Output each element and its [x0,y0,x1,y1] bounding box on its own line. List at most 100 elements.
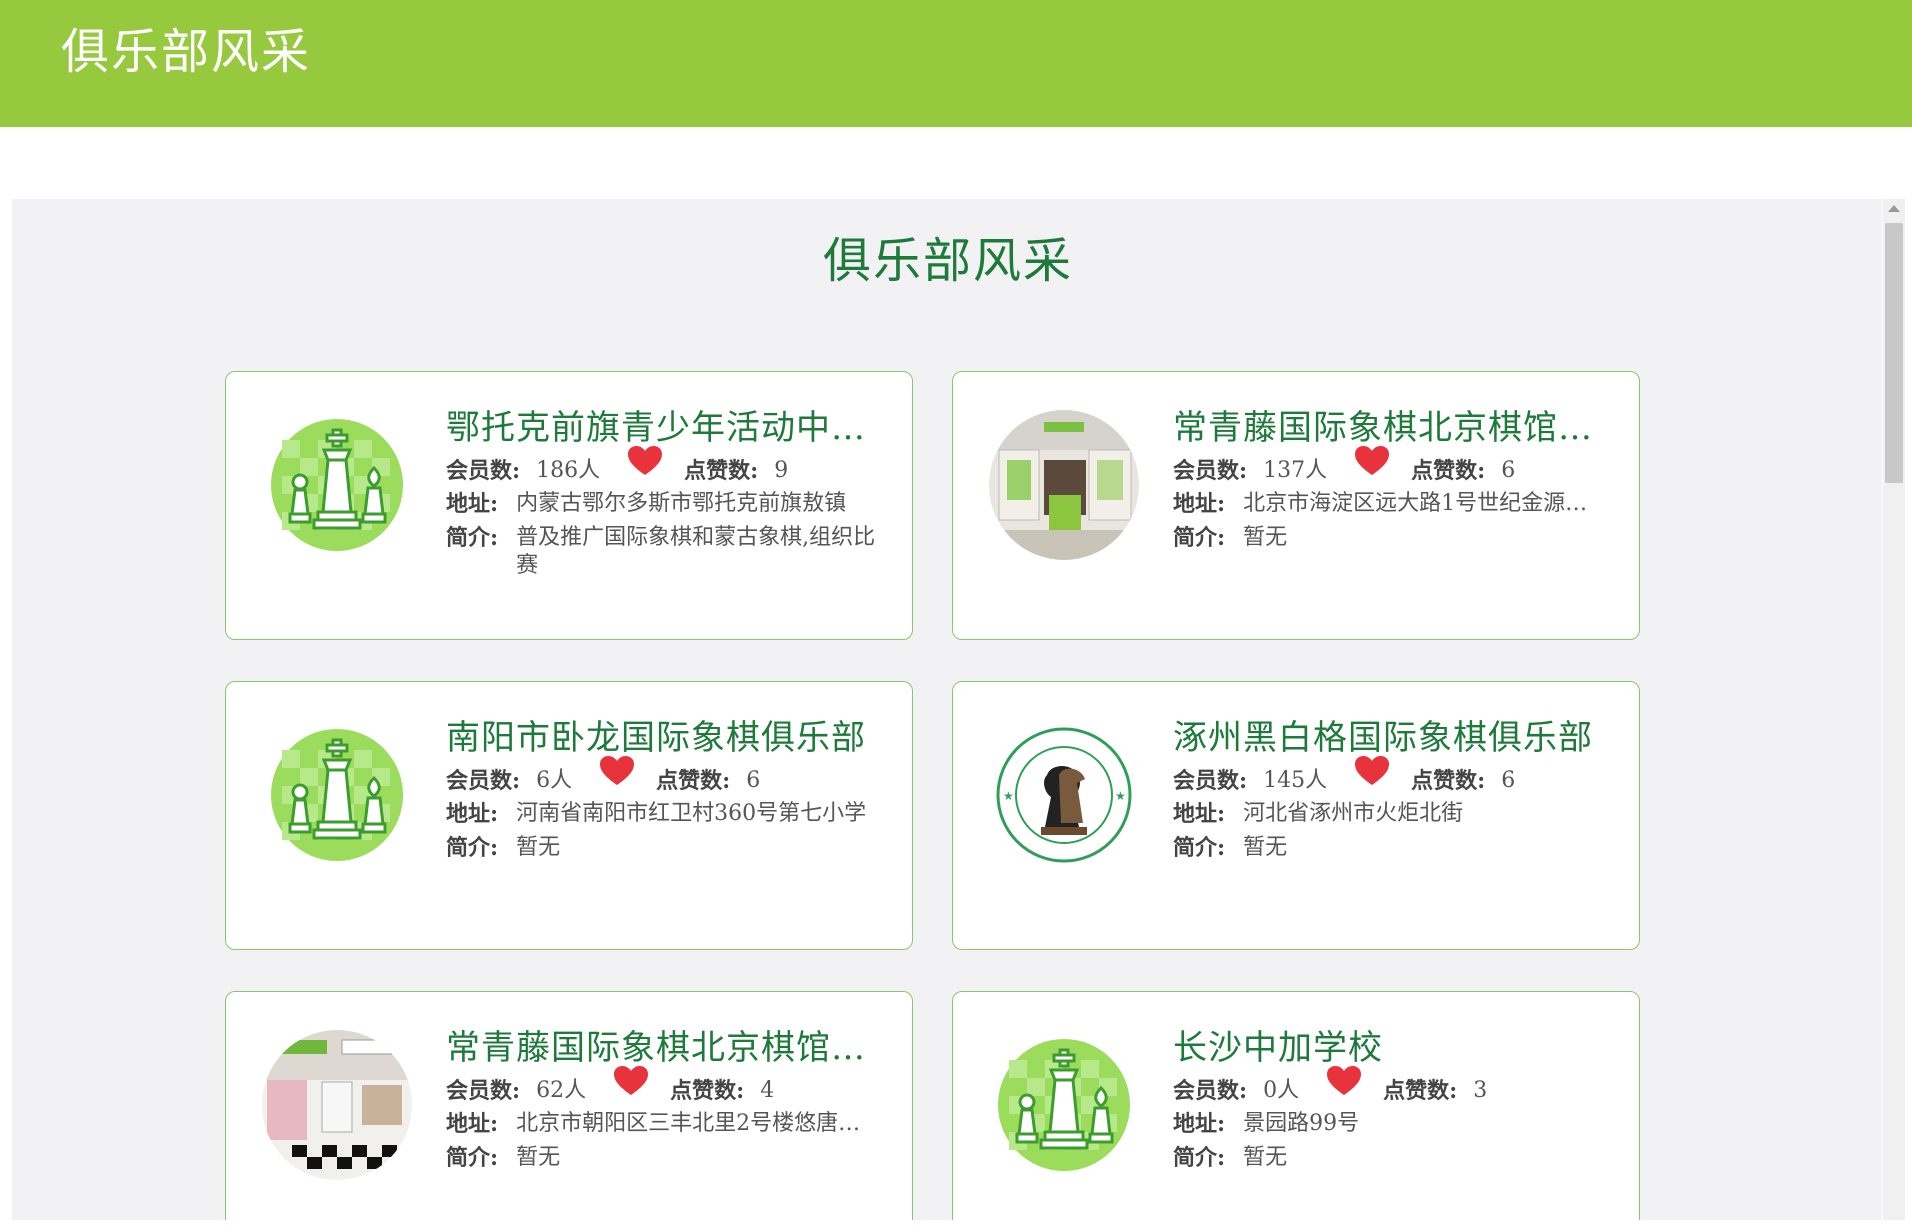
likes-count: 6 [746,768,761,793]
club-photo[interactable] [989,410,1139,560]
members-label: 会员数: [1173,1078,1248,1104]
likes-count: 3 [1473,1078,1488,1103]
address-text: 北京市朝阳区三丰北里2号楼悠唐… [516,1111,861,1136]
members-count: 186人 [536,458,601,483]
club-info: 涿州黑白格国际象棋俱乐部 会员数: 145人 点赞数: 6 地址: 河北省涿州市… [1173,716,1613,862]
club-name[interactable]: 常青藤国际象棋北京棋馆世… [1173,406,1613,450]
club-name[interactable]: 常青藤国际象棋北京棋馆朝… [446,1026,886,1070]
likes-count: 6 [1501,768,1516,793]
address-label: 地址: [1173,491,1226,517]
likes-label: 点赞数: [684,458,759,484]
club-stats: 会员数: 62人 点赞数: 4 [446,1066,886,1110]
chess-logo-icon[interactable] [262,720,412,870]
club-intro: 简介: 暂无 [446,834,886,862]
club-info: 常青藤国际象棋北京棋馆世… 会员数: 137人 点赞数: 6 地址: 北京市海淀… [1173,406,1613,552]
chess-logo-icon[interactable] [262,410,412,560]
chess-logo-icon[interactable] [989,1030,1139,1180]
club-intro: 简介: 暂无 [446,1144,886,1172]
address-text: 景园路99号 [1243,1111,1360,1136]
members-label: 会员数: [1173,458,1248,484]
intro-label: 简介: [446,835,499,861]
members-label: 会员数: [1173,768,1248,794]
members-label: 会员数: [446,1078,521,1104]
address-text: 内蒙古鄂尔多斯市鄂托克前旗敖镇 [516,491,847,516]
intro-text: 暂无 [1243,835,1288,860]
members-count: 6人 [536,768,573,793]
heart-icon[interactable] [586,1066,670,1110]
club-name[interactable]: 长沙中加学校 [1173,1026,1613,1070]
heart-icon[interactable] [572,756,656,800]
club-card[interactable]: 鄂托克前旗青少年活动中心… 会员数: 186人 点赞数: 9 地址: 内蒙古鄂尔… [225,371,913,640]
intro-text: 暂无 [1243,525,1288,550]
club-intro: 简介: 暂无 [1173,834,1613,862]
intro-text: 暂无 [516,835,561,860]
intro-text: 暂无 [516,1145,561,1170]
club-info: 南阳市卧龙国际象棋俱乐部 会员数: 6人 点赞数: 6 地址: 河南省南阳市红卫… [446,716,886,862]
address-label: 地址: [446,1111,499,1137]
vertical-scrollbar[interactable] [1883,199,1905,1220]
intro-label: 简介: [1173,835,1226,861]
club-seal-logo[interactable]: ★ ★ [989,720,1139,870]
likes-count: 6 [1501,458,1516,483]
members-count: 145人 [1263,768,1328,793]
heart-icon[interactable] [600,446,684,490]
club-card[interactable]: 常青藤国际象棋北京棋馆朝… 会员数: 62人 点赞数: 4 地址: 北京市朝阳区… [225,991,913,1220]
scroll-up-arrow-icon[interactable] [1888,205,1900,212]
club-stats: 会员数: 0人 点赞数: 3 [1173,1066,1613,1110]
likes-count: 4 [760,1078,775,1103]
intro-label: 简介: [1173,525,1226,551]
club-stats: 会员数: 145人 点赞数: 6 [1173,756,1613,800]
club-intro: 简介: 暂无 [1173,1144,1613,1172]
members-count: 137人 [1263,458,1328,483]
club-card[interactable]: ★ ★ 涿州黑白格国际象棋俱乐部 会员数: 145人 点赞数: 6 地址: 河北… [952,681,1640,950]
club-intro: 简介: 普及推广国际象棋和蒙古象棋,组织比赛 [446,524,886,580]
intro-label: 简介: [446,525,499,551]
intro-label: 简介: [1173,1145,1226,1171]
club-address: 地址: 北京市海淀区远大路1号世纪金源… [1173,490,1613,518]
club-address: 地址: 北京市朝阳区三丰北里2号楼悠唐… [446,1110,886,1138]
club-name[interactable]: 鄂托克前旗青少年活动中心… [446,406,886,450]
likes-label: 点赞数: [670,1078,745,1104]
heart-icon[interactable] [1299,1066,1383,1110]
address-label: 地址: [1173,801,1226,827]
members-count: 0人 [1263,1078,1300,1103]
likes-count: 9 [774,458,789,483]
club-address: 地址: 河南省南阳市红卫村360号第七小学 [446,800,886,828]
address-text: 河北省涿州市火炬北街 [1243,801,1464,826]
club-card[interactable]: 南阳市卧龙国际象棋俱乐部 会员数: 6人 点赞数: 6 地址: 河南省南阳市红卫… [225,681,913,950]
address-label: 地址: [446,491,499,517]
members-label: 会员数: [446,768,521,794]
members-count: 62人 [536,1078,587,1103]
club-photo[interactable] [262,1030,412,1180]
club-info: 长沙中加学校 会员数: 0人 点赞数: 3 地址: 景园路99号 简介: 暂无 [1173,1026,1613,1172]
club-stats: 会员数: 137人 点赞数: 6 [1173,446,1613,490]
club-name[interactable]: 涿州黑白格国际象棋俱乐部 [1173,716,1613,760]
top-header-bar: 俱乐部风采 [0,0,1912,127]
address-label: 地址: [1173,1111,1226,1137]
club-info: 鄂托克前旗青少年活动中心… 会员数: 186人 点赞数: 9 地址: 内蒙古鄂尔… [446,406,886,580]
likes-label: 点赞数: [1411,768,1486,794]
club-stats: 会员数: 6人 点赞数: 6 [446,756,886,800]
heart-icon[interactable] [1327,446,1411,490]
likes-label: 点赞数: [1383,1078,1458,1104]
likes-label: 点赞数: [1411,458,1486,484]
likes-label: 点赞数: [656,768,731,794]
members-label: 会员数: [446,458,521,484]
club-name[interactable]: 南阳市卧龙国际象棋俱乐部 [446,716,886,760]
intro-label: 简介: [446,1145,499,1171]
club-address: 地址: 景园路99号 [1173,1110,1613,1138]
club-intro: 简介: 暂无 [1173,524,1613,552]
club-address: 地址: 河北省涿州市火炬北街 [1173,800,1613,828]
club-card[interactable]: 长沙中加学校 会员数: 0人 点赞数: 3 地址: 景园路99号 简介: 暂无 [952,991,1640,1220]
club-card[interactable]: 常青藤国际象棋北京棋馆世… 会员数: 137人 点赞数: 6 地址: 北京市海淀… [952,371,1640,640]
scrollbar-thumb[interactable] [1885,223,1903,483]
address-label: 地址: [446,801,499,827]
address-text: 北京市海淀区远大路1号世纪金源… [1243,491,1588,516]
svg-text:★: ★ [1115,789,1126,803]
svg-text:★: ★ [1003,789,1014,803]
section-title: 俱乐部风采 [822,233,1073,289]
heart-icon[interactable] [1327,756,1411,800]
intro-text: 暂无 [1243,1145,1288,1170]
club-list-panel: 俱乐部风采 鄂托克前旗青少年活动中心… 会员数: 186人 点赞数: 9 地址:… [12,199,1882,1220]
address-text: 河南省南阳市红卫村360号第七小学 [516,801,867,826]
